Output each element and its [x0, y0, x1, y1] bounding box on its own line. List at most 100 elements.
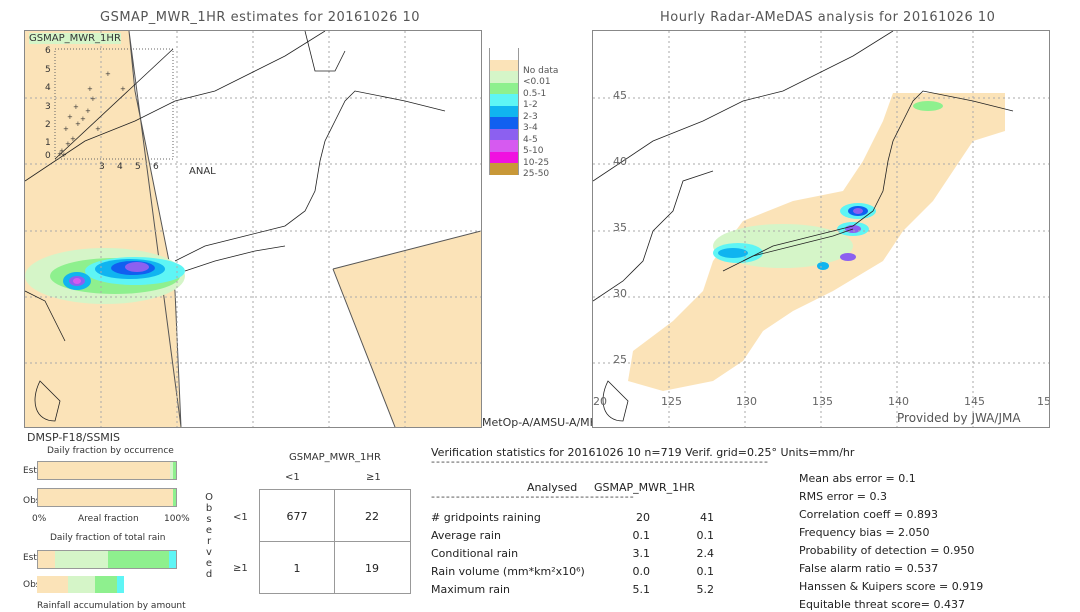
axis-mid: Areal fraction: [78, 514, 139, 524]
bar-segment: [38, 551, 55, 568]
legend-label: 25-50: [523, 169, 550, 179]
svg-text:+: +: [70, 135, 76, 143]
stat-model: 0.1: [696, 529, 715, 542]
lat-label: 45: [613, 89, 627, 102]
total-rain-obs-bar: [37, 576, 175, 593]
stat-analysed: 20: [636, 511, 650, 524]
lon-label: 15: [1037, 395, 1050, 408]
swath-no-data-right: [333, 231, 481, 427]
legend-swatch: [489, 71, 519, 83]
bar-segment: [38, 489, 173, 506]
bar-segment: [95, 576, 117, 593]
lat-label: 30: [613, 287, 627, 300]
observed-letter: r: [206, 536, 212, 547]
svg-text:+: +: [73, 103, 79, 111]
score-item: Mean abs error = 0.1: [799, 472, 916, 485]
sensor-label-bottom: DMSP-F18/SSMIS: [27, 431, 121, 444]
contingency-cell: 677: [286, 510, 308, 523]
legend-swatch: [489, 82, 519, 94]
occurrence-title: Daily fraction by occurrence: [47, 446, 174, 456]
observed-letter: b: [205, 503, 213, 514]
right-map-title: Hourly Radar-AMeDAS analysis for 2016102…: [660, 10, 996, 25]
svg-text:+: +: [67, 113, 73, 121]
stat-analysed: 5.1: [632, 583, 651, 596]
stat-label: Conditional rain: [431, 547, 519, 560]
stat-analysed: 0.0: [632, 565, 651, 578]
contingency-cell: 22: [365, 510, 379, 523]
bar-segment: [54, 551, 109, 568]
stat-model: 0.1: [696, 565, 715, 578]
legend-swatch: [489, 94, 519, 106]
bar-segment: [172, 489, 176, 506]
contingency-cell: 1: [293, 562, 301, 575]
legend-swatch: [489, 59, 519, 71]
bar-segment: [38, 462, 170, 479]
legend-swatch: [489, 140, 519, 152]
bar-segment: [68, 576, 96, 593]
contingency-row-header: ≥1: [233, 563, 248, 574]
stat-label: # gridpoints raining: [431, 511, 541, 524]
observed-letter: s: [206, 514, 212, 525]
lon-label: 130: [736, 395, 757, 408]
data-credit: Provided by JWA/JMA: [897, 411, 1021, 425]
contingency-cell: 19: [365, 562, 379, 575]
legend-swatch: [489, 128, 519, 140]
svg-text:+: +: [61, 151, 67, 159]
stat-analysed: 3.1: [632, 547, 651, 560]
right-map-canvas: [593, 31, 1049, 427]
inset-x-label: ANAL: [189, 166, 216, 177]
inset-x-tick: 6: [153, 162, 159, 172]
stat-label: Average rain: [431, 529, 501, 542]
divider: ----------------------------------------…: [431, 490, 635, 503]
bar-segment: [37, 576, 69, 593]
observed-letter: O: [205, 492, 213, 503]
lon-label: 135: [812, 395, 833, 408]
svg-text:+: +: [120, 85, 126, 93]
color-legend: No data <0.01 0.5-1 1-2 2-3 3-4 4-5 5-10 10-25 25…: [489, 48, 579, 228]
lon-label: 125: [661, 395, 682, 408]
right-map: 45 40 35 30 25 20 125 130 135 140 145 15…: [592, 30, 1050, 428]
svg-text:+: +: [90, 95, 96, 103]
total-rain-est-bar: [37, 550, 177, 569]
inset-y-tick: 2: [45, 120, 51, 130]
legend-swatch: [489, 117, 519, 129]
divider: ----------------------------------------…: [431, 455, 769, 468]
observed-letter: e: [205, 558, 213, 569]
contingency-table: 677 22 1 19: [259, 489, 411, 594]
lon-label: 140: [888, 395, 909, 408]
inset-y-tick: 6: [45, 46, 51, 56]
stat-label: Rain volume (mm*km²x10⁶): [431, 565, 585, 578]
legend-swatch: [489, 163, 519, 175]
est-label: Est: [23, 466, 37, 476]
observed-letter: v: [206, 547, 212, 558]
inset-x-tick: 4: [117, 162, 123, 172]
axis-right: 100%: [164, 514, 190, 524]
occurrence-est-bar: [37, 461, 177, 480]
score-item: RMS error = 0.3: [799, 490, 887, 503]
inset-y-tick: 1: [45, 138, 51, 148]
left-map-canvas: ++++ ++++ ++ ++ ++++: [25, 31, 481, 427]
legend-swatch: [489, 105, 519, 117]
contingency-col-header: ≥1: [366, 472, 381, 483]
bar-segment: [108, 551, 170, 568]
stat-model: 2.4: [696, 547, 715, 560]
left-map: + + + + + + + + + + + + + + + + GSMAP_MWR_1HR 6 5 4 …: [24, 30, 482, 428]
contingency-model-label: GSMAP_MWR_1HR: [289, 452, 381, 463]
svg-text:+: +: [105, 70, 111, 78]
bar-segment: [169, 551, 176, 568]
sensor-label-right: MetOp-A/AMSU-A/MHS: [482, 416, 605, 429]
score-item: Frequency bias = 2.050: [799, 526, 930, 539]
inset-label: GSMAP_MWR_1HR: [29, 33, 121, 44]
score-item: Hanssen & Kuipers score = 0.919: [799, 580, 984, 593]
stat-analysed: 0.1: [632, 529, 651, 542]
legend-swatch: [489, 48, 519, 60]
svg-text:+: +: [87, 85, 93, 93]
score-item: Correlation coeff = 0.893: [799, 508, 938, 521]
stat-model: 41: [700, 511, 714, 524]
lat-label: 35: [613, 221, 627, 234]
score-item: Equitable threat score= 0.437: [799, 598, 965, 611]
observed-letter: e: [205, 525, 213, 536]
inset-y-tick: 0: [45, 151, 51, 161]
occurrence-obs-bar: [37, 488, 177, 507]
stat-label: Maximum rain: [431, 583, 510, 596]
